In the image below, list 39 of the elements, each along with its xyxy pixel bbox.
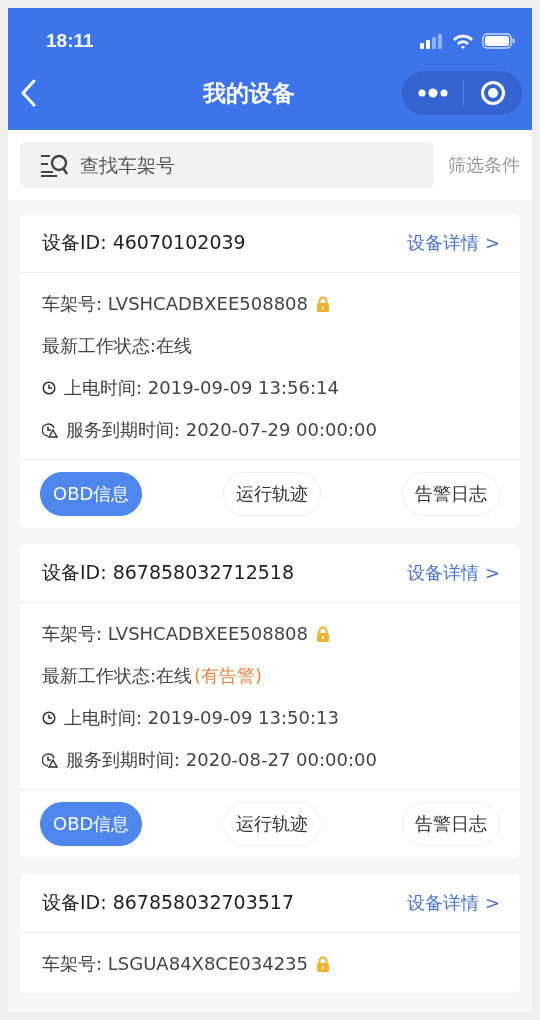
device-id: 设备ID: 867858032712518	[42, 560, 294, 585]
status-time: 18:11	[46, 30, 94, 52]
device-detail-link[interactable]: 设备详情 >	[407, 561, 500, 585]
back-icon[interactable]	[20, 79, 36, 107]
action-button[interactable]: 运行轨迹	[223, 472, 322, 516]
page-title: 我的设备	[201, 78, 296, 108]
status-text: 最新工作状态:在线	[42, 664, 193, 688]
lock-icon	[316, 296, 330, 312]
device-detail-link[interactable]: 设备详情 >	[407, 231, 500, 255]
close-icon[interactable]	[480, 80, 507, 106]
action-button[interactable]: OBD信息	[40, 472, 143, 516]
device-id: 设备ID: 867858032703517	[42, 890, 294, 915]
filter-link[interactable]: 筛选条件	[448, 153, 520, 177]
vin-text: 车架号: LVSHCADBXEE508808	[42, 292, 308, 316]
power-time-text: 上电时间: 2019-09-09 13:56:14	[64, 376, 339, 400]
clock-icon	[42, 711, 56, 725]
lock-icon	[316, 956, 331, 972]
search-field[interactable]: 查找车架号	[20, 142, 434, 188]
action-button[interactable]: 运行轨迹	[223, 802, 322, 846]
alarm-text: (有告警)	[194, 664, 263, 688]
status-text: 最新工作状态:在线	[42, 334, 193, 358]
expire-time-text: 服务到期时间: 2020-08-27 00:00:00	[66, 748, 377, 772]
device-detail-link[interactable]: 设备详情 >	[407, 891, 500, 915]
power-time-text: 上电时间: 2019-09-09 13:50:13	[64, 706, 339, 730]
action-button[interactable]: 告警日志	[402, 802, 500, 846]
expiry-icon	[42, 422, 58, 438]
action-button[interactable]: OBD信息	[40, 802, 143, 846]
lock-icon	[316, 626, 330, 642]
more-icon[interactable]	[417, 88, 448, 98]
clock-icon	[42, 381, 56, 395]
battery-icon	[482, 33, 516, 49]
vin-text: 车架号: LSGUA84X8CE034235	[42, 952, 309, 976]
device-id: 设备ID: 46070102039	[42, 230, 246, 255]
expiry-icon	[42, 752, 58, 768]
wifi-icon	[452, 33, 474, 49]
vin-text: 车架号: LVSHCADBXEE508808	[42, 622, 308, 646]
signal-icon	[420, 33, 444, 49]
expire-time-text: 服务到期时间: 2020-07-29 00:00:00	[66, 418, 377, 442]
action-button[interactable]: 告警日志	[402, 472, 500, 516]
